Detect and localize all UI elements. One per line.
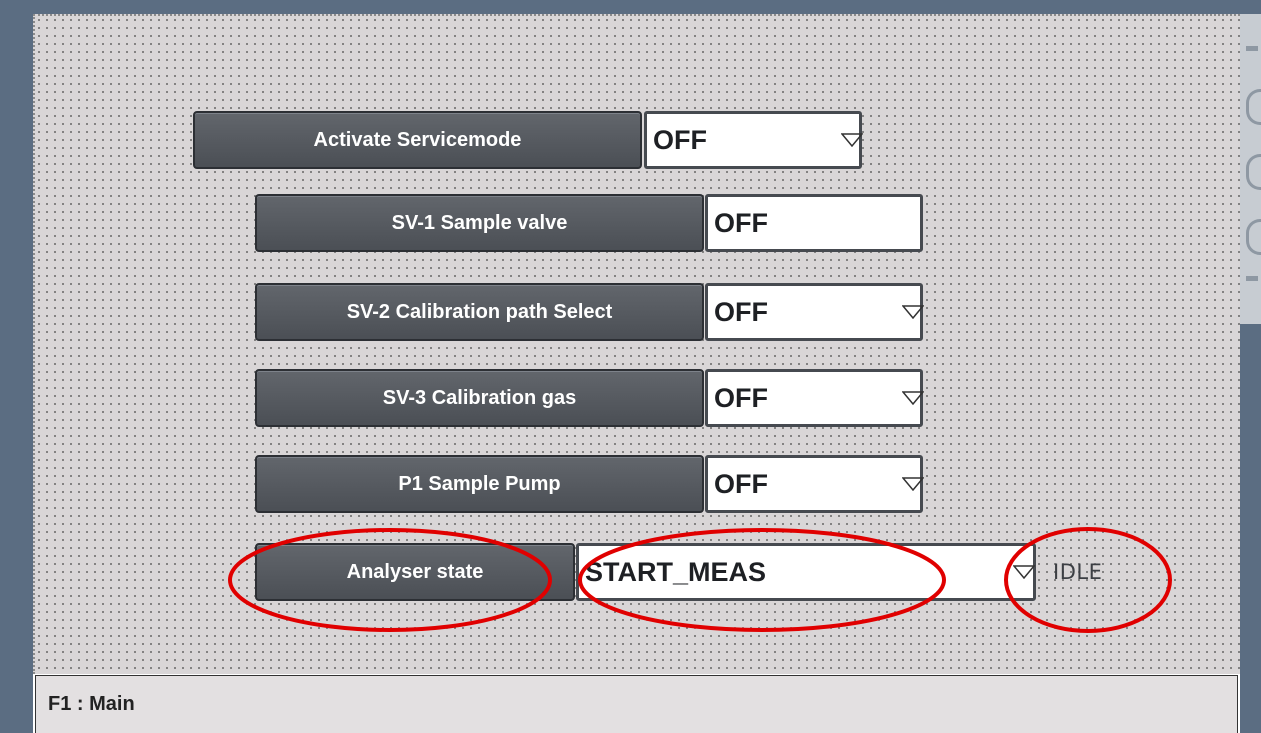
button-label: Activate Servicemode [313, 128, 522, 151]
panel-tick-mark [1246, 46, 1258, 51]
window-left-frame [0, 0, 33, 733]
p1-sample-pump-button[interactable]: P1 Sample Pump [255, 455, 704, 513]
dropdown-value: OFF [714, 382, 768, 413]
panel-glyph [1246, 154, 1261, 190]
analyser-status-text: IDLE [1053, 560, 1103, 584]
sv3-calibration-gas-button[interactable]: SV-3 Calibration gas [255, 369, 704, 427]
sv2-calibration-path-button[interactable]: SV-2 Calibration path Select [255, 283, 704, 341]
status-bar-label: F1 : Main [48, 693, 135, 715]
panel-glyph [1246, 219, 1261, 255]
dropdown-value: OFF [714, 296, 768, 327]
analyser-state-dropdown[interactable]: START_MEAS [576, 543, 1036, 601]
button-label: SV-3 Calibration gas [382, 386, 577, 409]
side-panel-edge [1240, 14, 1261, 324]
analyser-state-button[interactable]: Analyser state [255, 543, 575, 601]
window-top-frame [0, 0, 1261, 14]
sv1-sample-valve-button[interactable]: SV-1 Sample valve [255, 194, 704, 252]
button-label: Analyser state [346, 560, 484, 583]
button-label: P1 Sample Pump [398, 472, 561, 495]
field-value: OFF [714, 207, 768, 238]
sv1-value-field: OFF [705, 194, 923, 252]
dropdown-value: OFF [653, 124, 707, 155]
sv3-dropdown[interactable]: OFF [705, 369, 924, 427]
p1-dropdown[interactable]: OFF [705, 455, 924, 513]
button-label: SV-1 Sample valve [391, 211, 568, 234]
panel-glyph [1246, 89, 1261, 125]
servicemode-dropdown[interactable]: OFF [644, 111, 863, 169]
sv2-dropdown[interactable]: OFF [705, 283, 924, 341]
panel-tick-mark [1246, 276, 1258, 281]
activate-servicemode-button[interactable]: Activate Servicemode [193, 111, 642, 169]
dropdown-value: OFF [714, 468, 768, 499]
dropdown-value: START_MEAS [585, 556, 767, 587]
status-bar: F1 : Main [35, 675, 1238, 733]
button-label: SV-2 Calibration path Select [346, 300, 613, 323]
